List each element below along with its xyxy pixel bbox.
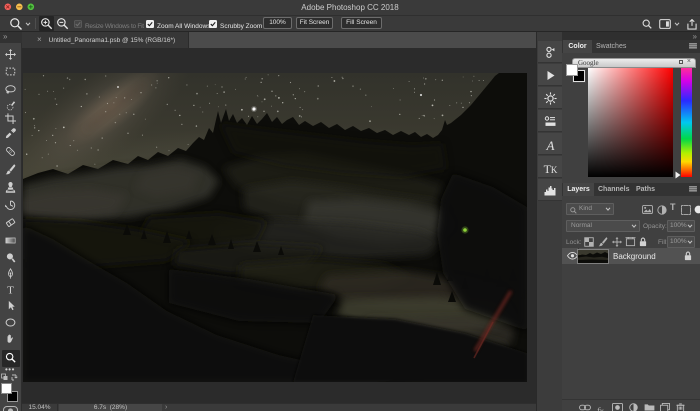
svg-text:T: T [7, 284, 14, 295]
